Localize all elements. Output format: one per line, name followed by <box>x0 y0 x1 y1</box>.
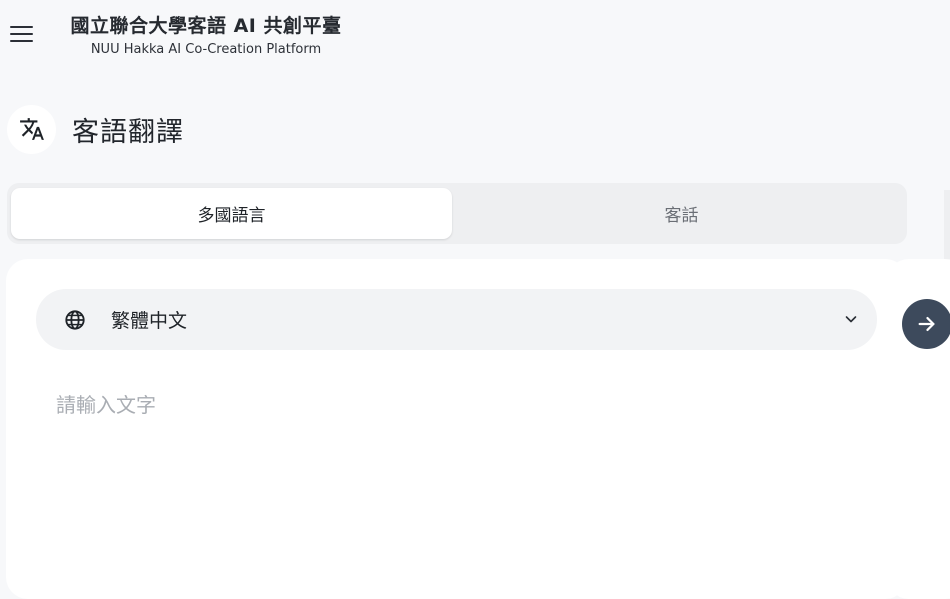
tab-hakka[interactable]: 客話 <box>461 188 902 239</box>
translate-button[interactable] <box>902 299 950 349</box>
source-panel: 繁體中文 <box>6 259 907 599</box>
chevron-down-icon <box>845 316 857 323</box>
arrow-right-icon <box>918 316 935 332</box>
tab-multilingual[interactable]: 多國語言 <box>11 188 452 239</box>
source-language-select[interactable]: 繁體中文 <box>36 289 877 350</box>
page-heading: 客語翻譯 <box>7 104 184 154</box>
source-text-input[interactable] <box>56 389 856 579</box>
app-subtitle: NUU Hakka AI Co-Creation Platform <box>90 42 322 57</box>
translate-icon <box>7 104 56 154</box>
brand[interactable]: 國立聯合大學客語 AI 共創平臺 NUU Hakka AI Co-Creatio… <box>66 11 346 57</box>
hamburger-menu-icon[interactable] <box>6 19 36 49</box>
page-title: 客語翻譯 <box>72 116 184 148</box>
app-title: 國立聯合大學客語 AI 共創平臺 <box>70 15 342 37</box>
globe-icon <box>64 309 86 331</box>
language-mode-tabs: 多國語言 客話 <box>7 183 907 244</box>
app-header: 國立聯合大學客語 AI 共創平臺 NUU Hakka AI Co-Creatio… <box>0 0 950 70</box>
source-language-value: 繁體中文 <box>111 310 188 332</box>
